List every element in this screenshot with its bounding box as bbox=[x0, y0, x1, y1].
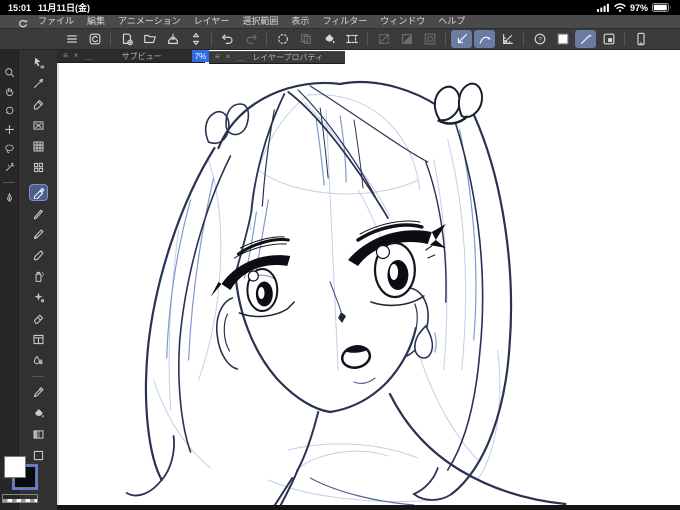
reset-display-button[interactable]: ? bbox=[529, 30, 550, 48]
menu-item[interactable]: フィルター bbox=[322, 15, 367, 28]
layer-property-palette-bar[interactable]: ≡ × ＿ レイヤープロパティ bbox=[209, 51, 345, 64]
blend-icon[interactable] bbox=[30, 353, 47, 368]
toolbar-separator bbox=[110, 32, 111, 46]
menu-item[interactable]: ウィンドウ bbox=[380, 15, 425, 28]
new-canvas-button[interactable] bbox=[116, 30, 137, 48]
transparent-color-swatch[interactable] bbox=[2, 494, 38, 503]
sidebar-column-a bbox=[0, 50, 18, 510]
layer-property-menu-button[interactable]: ≡ bbox=[215, 52, 220, 63]
menu-item[interactable]: アニメーション bbox=[118, 15, 181, 28]
menu-item[interactable]: 表示 bbox=[291, 15, 309, 28]
rotate-view-icon[interactable] bbox=[2, 104, 17, 117]
svg-text:?: ? bbox=[538, 36, 542, 43]
device-button[interactable] bbox=[630, 30, 651, 48]
material-button[interactable] bbox=[598, 30, 619, 48]
delete-selection-icon[interactable] bbox=[30, 118, 47, 133]
layer-property-palette-title: レイヤープロパティ bbox=[252, 53, 324, 62]
crop-button[interactable] bbox=[341, 30, 362, 48]
sync-button[interactable] bbox=[185, 30, 206, 48]
decoration-icon[interactable] bbox=[30, 290, 47, 305]
battery-percent: 97% bbox=[629, 2, 648, 13]
subview-minimize-button[interactable]: ＿ bbox=[84, 51, 92, 62]
paste-button[interactable] bbox=[295, 30, 316, 48]
status-date: 11月11日(金) bbox=[38, 3, 91, 13]
subview-zoom-value[interactable]: 7% bbox=[192, 50, 209, 62]
eraser-icon[interactable] bbox=[30, 311, 47, 326]
layer-property-minimize-button[interactable]: ＿ bbox=[236, 52, 244, 63]
quill-icon[interactable] bbox=[2, 191, 17, 204]
airbrush-icon[interactable] bbox=[30, 269, 47, 284]
sidebar-column-b bbox=[18, 50, 57, 510]
tool-sidebar bbox=[0, 50, 57, 510]
menu-bar: ファイル 編集 アニメーション レイヤー 選択範囲 表示 フィルター ウィンドウ ヘルプ bbox=[0, 15, 680, 29]
canvas-artwork[interactable] bbox=[59, 50, 680, 505]
current-color-chip-button[interactable] bbox=[552, 30, 573, 48]
snap-to-special-ruler-button[interactable] bbox=[474, 30, 495, 48]
menu-item[interactable]: 編集 bbox=[87, 15, 105, 28]
foreground-color-swatch[interactable] bbox=[4, 456, 26, 478]
tool-divider bbox=[3, 182, 15, 183]
material-panel-icon[interactable] bbox=[30, 160, 47, 175]
deselect-button[interactable] bbox=[373, 30, 394, 48]
undo-button[interactable] bbox=[217, 30, 238, 48]
selection-border-button[interactable] bbox=[419, 30, 440, 48]
subview-palette-bar[interactable]: ≡ × ＿ サブビュー bbox=[57, 50, 205, 63]
subview-menu-button[interactable]: ≡ bbox=[63, 51, 68, 62]
clip-studio-button[interactable] bbox=[84, 30, 105, 48]
grid-panel-icon[interactable] bbox=[30, 139, 47, 154]
clip-studio-logo-icon[interactable] bbox=[16, 16, 29, 28]
subview-palette-title: サブビュー bbox=[121, 51, 162, 61]
redo-button[interactable] bbox=[240, 30, 261, 48]
fill-button[interactable] bbox=[318, 30, 339, 48]
app-window: 15:01 11月11日(金) 97% ファイル 編集 アニメーション レイヤー 選択範… bbox=[0, 0, 680, 510]
wifi-icon bbox=[614, 3, 626, 12]
toolbar-separator bbox=[211, 32, 212, 46]
toolbar-separator bbox=[367, 32, 368, 46]
operation-icon[interactable] bbox=[30, 55, 47, 70]
snap-to-ruler-button[interactable] bbox=[451, 30, 472, 48]
toolbar-separator bbox=[445, 32, 446, 46]
toolbar-separator bbox=[523, 32, 524, 46]
status-time: 15:01 bbox=[8, 2, 32, 13]
battery-icon bbox=[652, 3, 672, 12]
canvas[interactable] bbox=[57, 50, 680, 505]
processing-button[interactable] bbox=[272, 30, 293, 48]
hand-icon[interactable] bbox=[2, 85, 17, 98]
toolbar-separator bbox=[624, 32, 625, 46]
pencil-icon[interactable] bbox=[30, 227, 47, 242]
gradient-icon[interactable] bbox=[30, 427, 47, 442]
lasso-icon[interactable] bbox=[2, 142, 17, 155]
draw-mode-button[interactable] bbox=[575, 30, 596, 48]
pen-icon[interactable] bbox=[30, 206, 47, 221]
subview-close-button[interactable]: × bbox=[74, 51, 79, 62]
brush-icon[interactable] bbox=[30, 248, 47, 263]
menu-item[interactable]: ヘルプ bbox=[438, 15, 465, 28]
tool-divider bbox=[32, 376, 44, 377]
frame-panel-icon[interactable] bbox=[30, 332, 47, 347]
eyedropper-icon[interactable] bbox=[30, 385, 47, 400]
color-swatch-area bbox=[2, 454, 42, 506]
fill-icon[interactable] bbox=[30, 406, 47, 421]
window-bottom-edge bbox=[57, 505, 680, 510]
marker-icon[interactable] bbox=[29, 185, 47, 200]
main-menu-button[interactable] bbox=[61, 30, 82, 48]
selection-pen-icon[interactable] bbox=[30, 97, 47, 112]
layer-move-icon[interactable] bbox=[30, 76, 47, 91]
menu-item[interactable]: レイヤー bbox=[194, 15, 230, 28]
open-file-button[interactable] bbox=[139, 30, 160, 48]
status-bar: 15:01 11月11日(金) 97% bbox=[0, 0, 680, 15]
menu-item[interactable]: 選択範囲 bbox=[242, 15, 278, 28]
auto-select-icon[interactable] bbox=[2, 161, 17, 174]
toolbar-separator bbox=[266, 32, 267, 46]
move-icon[interactable] bbox=[2, 123, 17, 136]
menu-items: ファイル 編集 アニメーション レイヤー 選択範囲 表示 フィルター ウィンドウ ヘルプ bbox=[38, 15, 465, 28]
cellular-signal-icon bbox=[596, 3, 610, 12]
invert-selection-button[interactable] bbox=[396, 30, 417, 48]
toolbar: ? bbox=[0, 29, 680, 50]
snap-to-grid-button[interactable] bbox=[497, 30, 518, 48]
menu-item[interactable]: ファイル bbox=[38, 15, 74, 28]
zoom-icon[interactable] bbox=[2, 66, 17, 79]
save-file-button[interactable] bbox=[162, 30, 183, 48]
layer-property-close-button[interactable]: × bbox=[226, 52, 231, 63]
